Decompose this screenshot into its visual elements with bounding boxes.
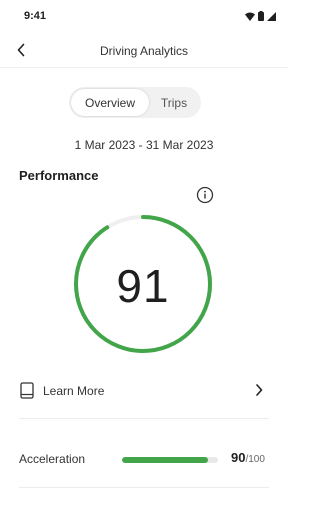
wifi-icon <box>245 12 255 21</box>
metric-score-max: /100 <box>245 454 265 465</box>
metric-label: Acceleration <box>19 452 86 466</box>
metric-row-acceleration: Acceleration 90/100 <box>0 444 288 474</box>
tab-switcher: Overview Trips <box>69 87 201 118</box>
app-bar: Driving Analytics <box>0 32 288 68</box>
tab-overview[interactable]: Overview <box>71 89 149 116</box>
info-icon <box>196 186 214 204</box>
status-icons <box>245 11 276 21</box>
battery-icon <box>258 11 264 21</box>
learn-more-label: Learn More <box>43 384 105 398</box>
status-bar: 9:41 <box>0 0 288 32</box>
date-range: 1 Mar 2023 - 31 Mar 2023 <box>74 138 214 152</box>
metric-bar-fill <box>122 457 209 463</box>
divider <box>19 487 269 488</box>
signal-icon <box>267 11 276 21</box>
metric-score-value: 90 <box>231 450 246 465</box>
status-time: 9:41 <box>24 10 47 22</box>
metric-score: 90/100 <box>231 450 265 465</box>
performance-gauge: 91 <box>72 213 214 355</box>
book-icon <box>20 382 34 399</box>
tab-trips[interactable]: Trips <box>149 89 199 116</box>
performance-title: Performance <box>19 168 99 183</box>
learn-more-row[interactable]: Learn More <box>0 372 288 410</box>
performance-score: 91 <box>116 260 170 312</box>
metric-bar-track <box>122 457 218 463</box>
page-title: Driving Analytics <box>99 44 189 58</box>
info-button[interactable] <box>195 185 215 205</box>
divider <box>19 418 269 419</box>
chevron-right-icon <box>256 384 263 396</box>
